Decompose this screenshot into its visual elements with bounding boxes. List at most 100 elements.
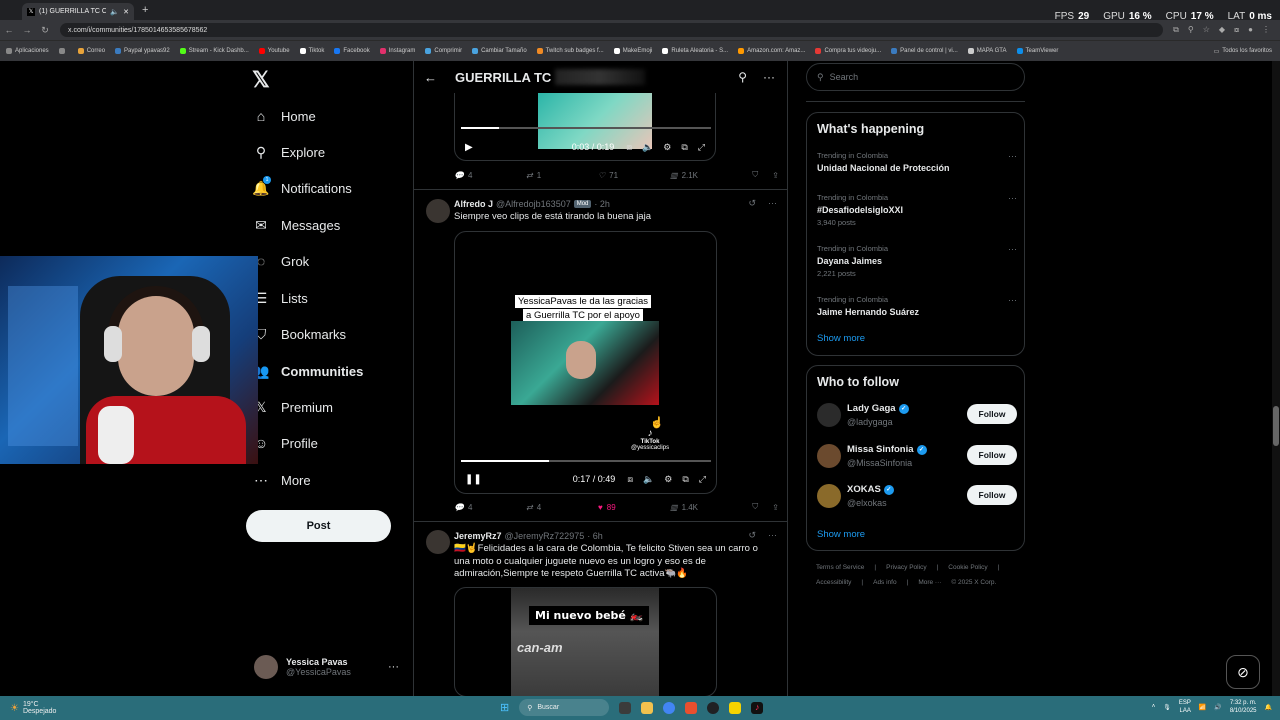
suggestion-name[interactable]: XOKAS — [847, 484, 881, 495]
grok-icon[interactable]: ↺ — [748, 530, 756, 541]
video-progress[interactable] — [461, 460, 711, 462]
grok-icon[interactable]: ↺ — [748, 198, 756, 209]
avatar[interactable] — [817, 403, 841, 427]
bookmark-item[interactable]: Instagram — [379, 48, 415, 54]
nav-premium[interactable]: 𝕏 Premium — [253, 397, 333, 417]
follow-suggestion[interactable]: Missa Sinfonia ✓ @MissaSinfonia Follow — [817, 444, 1017, 472]
author-name[interactable]: JeremyRz7 — [454, 531, 502, 541]
mic-icon[interactable]: 🎙 — [1163, 704, 1171, 711]
post-time[interactable]: · 6h — [587, 531, 603, 541]
notification-center-icon[interactable]: 🔔 — [1265, 704, 1272, 711]
more-options-icon[interactable]: ··· — [1008, 193, 1017, 203]
settings-icon[interactable]: ⚙ — [663, 142, 671, 153]
weather-widget[interactable]: ☀ 19°C Despejado — [10, 701, 56, 715]
follow-button[interactable]: Follow — [967, 404, 1017, 424]
captions-icon[interactable]: ⧈ — [626, 142, 632, 153]
trend-item[interactable]: Trending in Colombia #DesafiodelsigloXXI 3… — [817, 193, 1017, 227]
tray-expand-icon[interactable]: ˄ — [1152, 704, 1156, 710]
footer-link[interactable]: Ads info — [873, 579, 897, 586]
nav-messages[interactable]: ✉ Messages — [253, 215, 340, 235]
show-more-trends-link[interactable]: Show more — [817, 333, 865, 344]
fullscreen-icon[interactable]: ⤢ — [698, 142, 705, 153]
install-icon[interactable]: ⧉ — [1173, 25, 1179, 35]
mute-icon[interactable]: 🔈 — [110, 8, 119, 16]
scrollbar-thumb[interactable] — [1273, 406, 1279, 446]
bookmark-item[interactable]: Panel de control | vi... — [891, 48, 958, 54]
bookmark-item[interactable]: Correo — [77, 48, 105, 54]
share-icon[interactable]: ⇪ — [772, 171, 779, 180]
author-name[interactable]: Alfredo J — [454, 199, 493, 209]
volume-icon[interactable]: 🔈 — [643, 474, 654, 485]
reply-button[interactable]: 💬 4 — [454, 503, 526, 512]
nav-bookmarks[interactable]: ⛉ Bookmarks — [253, 324, 346, 344]
page-scrollbar[interactable] — [1272, 61, 1280, 696]
repost-button[interactable]: ⇄ 4 — [526, 503, 598, 512]
footer-link[interactable]: © 2025 X Corp. — [951, 579, 996, 586]
sticky-notes-icon[interactable] — [729, 701, 742, 714]
follow-suggestion[interactable]: Lady Gaga ✓ @ladygaga Follow — [817, 403, 1017, 431]
avatar[interactable] — [426, 530, 450, 554]
nav-profile[interactable]: ☺ Profile — [253, 433, 318, 453]
account-switcher[interactable]: Yessica Pavas @YessicaPavas ··· — [254, 655, 399, 679]
trend-item[interactable]: Trending in Colombia Unidad Nacional de P… — [817, 151, 1017, 173]
follow-button[interactable]: Follow — [967, 445, 1017, 465]
more-options-icon[interactable]: ··· — [1008, 151, 1017, 161]
follow-suggestion[interactable]: XOKAS ✓ @elxokas Follow — [817, 484, 1017, 512]
bookmark-item[interactable]: Tiktok — [299, 48, 324, 54]
author-handle[interactable]: @Alfredojb163507 — [496, 199, 571, 209]
zoom-icon[interactable]: ⚲ — [1188, 25, 1194, 35]
video-progress[interactable] — [461, 127, 711, 129]
post-media[interactable]: Mi nuevo bebé 🏍️ can-am — [454, 587, 717, 696]
views-button[interactable]: ▥ 1.4K — [670, 503, 734, 512]
avatar[interactable] — [817, 444, 841, 468]
nav-explore[interactable]: ⚲ Explore — [253, 142, 325, 162]
bookmark-item[interactable]: Facebook — [334, 48, 370, 54]
like-button[interactable]: ♡ 71 — [598, 171, 670, 180]
video-player-1[interactable]: ▶ 0:03 / 0:19 ⧈ 🔈 ⚙ ⧉ ⤢ — [454, 93, 716, 161]
new-tab-button[interactable]: + — [142, 4, 148, 16]
reload-icon[interactable]: ↻ — [36, 25, 54, 36]
wifi-icon[interactable]: 📶 — [1199, 704, 1206, 711]
footer-link[interactable]: Terms of Service — [816, 564, 864, 571]
puzzle-icon[interactable]: ⧇ — [1234, 25, 1239, 35]
bookmark-item[interactable]: Stream - Kick Dashb... — [179, 48, 249, 54]
pip-icon[interactable]: ⧉ — [681, 142, 687, 153]
post-time[interactable]: · 2h — [594, 199, 610, 209]
more-options-icon[interactable]: ··· — [768, 198, 777, 209]
more-options-icon[interactable]: ··· — [768, 530, 777, 541]
footer-link[interactable]: Accessibility — [816, 579, 851, 586]
bookmark-item[interactable]: TeamViewer — [1016, 48, 1058, 54]
search-input[interactable] — [829, 72, 1000, 82]
settings-icon[interactable]: ⚙ — [664, 474, 672, 485]
all-bookmarks[interactable]: ▭ Todos los favoritos — [1214, 48, 1280, 55]
footer-link[interactable]: Privacy Policy — [886, 564, 926, 571]
nav-home[interactable]: ⌂ Home — [253, 106, 316, 126]
search-icon[interactable]: ⚲ — [738, 70, 747, 84]
url-field[interactable]: x.com/i/communities/1785014653585678562 — [60, 23, 1164, 37]
trend-item[interactable]: Trending in Colombia Jaime Hernando Suáre… — [817, 295, 1017, 317]
nav-communities[interactable]: 👥 Communities — [252, 361, 363, 381]
footer-link[interactable]: Cookie Policy — [948, 564, 987, 571]
bookmark-item[interactable]: MakeEmoji — [613, 48, 652, 54]
suggestion-name[interactable]: Lady Gaga — [847, 403, 896, 414]
fullscreen-icon[interactable]: ⤢ — [699, 474, 706, 485]
more-options-icon[interactable]: ··· — [1008, 244, 1017, 254]
grok-chat-button[interactable]: ⊘ — [1226, 655, 1260, 689]
trend-item[interactable]: Trending in Colombia Dayana Jaimes 2,221 p… — [817, 244, 1017, 278]
menu-icon[interactable]: ⋮ — [1262, 25, 1270, 35]
browser-tab[interactable]: 𝕏 (1) GUERRILLA TC Commu... 🔈 ✕ — [22, 3, 134, 20]
clock[interactable]: 7:32 p. m. 8/10/2025 — [1230, 699, 1257, 715]
follow-button[interactable]: Follow — [967, 485, 1017, 505]
language-indicator[interactable]: ESP LAA — [1179, 699, 1191, 715]
video-player-2[interactable]: YessicaPavas le da las gracias a Guerril… — [454, 231, 717, 494]
pip-icon[interactable]: ⧉ — [682, 474, 688, 485]
file-explorer-icon[interactable] — [641, 701, 654, 714]
repost-button[interactable]: ⇄ 1 — [526, 171, 598, 180]
post-button[interactable]: Post — [246, 510, 391, 542]
back-arrow-icon[interactable]: ← — [424, 70, 437, 85]
bookmark-item[interactable]: Youtube — [258, 48, 290, 54]
bookmark-item[interactable]: MAPA GTA — [967, 48, 1007, 54]
play-icon[interactable]: ▶ — [465, 142, 473, 153]
show-more-follows-link[interactable]: Show more — [817, 529, 865, 540]
bookmark-item[interactable]: Amazon.com: Amaz... — [738, 48, 805, 54]
